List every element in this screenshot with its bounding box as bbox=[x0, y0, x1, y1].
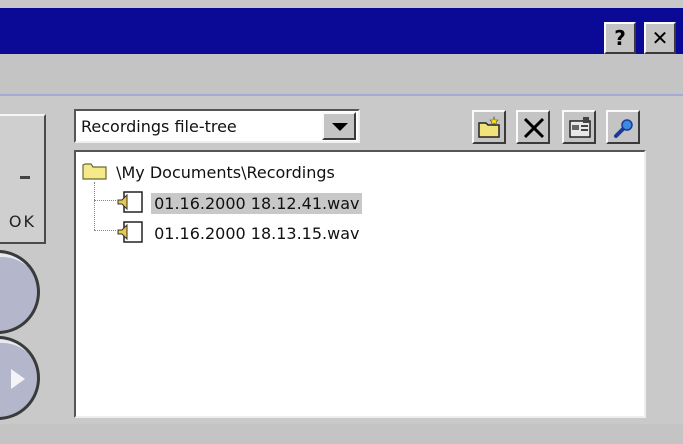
tree-line bbox=[94, 182, 95, 230]
ok-button-label: OK bbox=[8, 212, 36, 231]
tree-file-item[interactable]: 01.16.2000 18.12.41.wav bbox=[116, 190, 363, 214]
play-icon bbox=[11, 369, 25, 389]
tree-file-label: 01.16.2000 18.12.41.wav bbox=[151, 193, 363, 214]
tree-file-label: 01.16.2000 18.13.15.wav bbox=[154, 224, 360, 243]
ok-button-mark bbox=[20, 176, 30, 179]
properties-button[interactable] bbox=[562, 110, 596, 144]
delete-icon bbox=[523, 117, 545, 139]
view-select[interactable]: Recordings file-tree bbox=[74, 109, 360, 143]
folder-icon bbox=[82, 163, 107, 180]
tree-file-item[interactable]: 01.16.2000 18.13.15.wav bbox=[116, 220, 362, 244]
delete-button[interactable] bbox=[516, 110, 550, 144]
search-button[interactable] bbox=[606, 110, 640, 144]
file-tree[interactable]: \My Documents\Recordings 01.16.2000 18.1… bbox=[74, 150, 646, 418]
view-select-value: Recordings file-tree bbox=[81, 117, 237, 136]
new-folder-button[interactable] bbox=[472, 110, 506, 144]
bottom-band bbox=[0, 424, 683, 444]
tree-root-label: \My Documents\Recordings bbox=[116, 163, 335, 182]
wav-file-icon bbox=[117, 191, 143, 213]
chevron-down-icon bbox=[332, 123, 348, 131]
wav-file-icon bbox=[117, 221, 143, 243]
menu-band bbox=[0, 54, 683, 94]
dropdown-arrow-button[interactable] bbox=[322, 112, 356, 140]
search-icon bbox=[614, 119, 633, 138]
title-bar: ? ✕ bbox=[0, 8, 683, 54]
close-button[interactable]: ✕ bbox=[644, 22, 676, 54]
tree-line bbox=[94, 230, 116, 231]
new-folder-icon bbox=[478, 116, 500, 138]
tree-line bbox=[94, 200, 116, 201]
help-button[interactable]: ? bbox=[604, 22, 636, 54]
tree-root-folder[interactable]: \My Documents\Recordings bbox=[82, 161, 338, 183]
properties-icon bbox=[569, 117, 591, 138]
ok-button[interactable]: OK bbox=[0, 114, 46, 244]
